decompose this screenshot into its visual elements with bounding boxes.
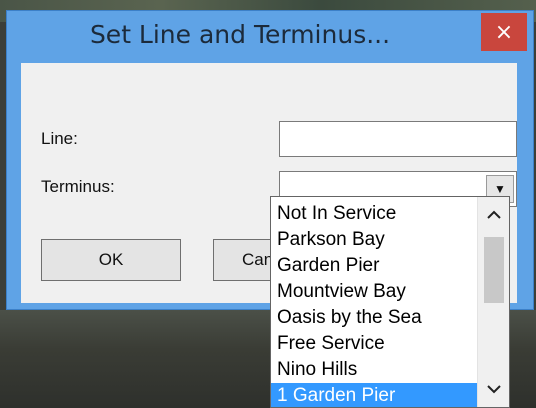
title-bar[interactable]: Set Line and Terminus... × xyxy=(7,11,533,63)
line-label: Line: xyxy=(41,129,78,148)
list-item[interactable]: Parkson Bay xyxy=(271,227,477,253)
terminus-dropdown-list[interactable]: Not In Service Parkson Bay Garden Pier M… xyxy=(270,196,510,408)
list-item[interactable]: Garden Pier xyxy=(271,253,477,279)
terminus-label: Terminus: xyxy=(41,177,115,196)
chevron-down-icon[interactable] xyxy=(478,375,509,403)
list-item[interactable]: Oasis by the Sea xyxy=(271,305,477,331)
close-icon: × xyxy=(494,19,514,45)
scroll-thumb[interactable] xyxy=(484,237,504,303)
list-item[interactable]: Mountview Bay xyxy=(271,279,477,305)
close-button[interactable]: × xyxy=(481,13,527,51)
list-item[interactable]: Nino Hills xyxy=(271,357,477,383)
line-input[interactable] xyxy=(279,121,517,157)
list-item[interactable]: Not In Service xyxy=(271,201,477,227)
dialog-title: Set Line and Terminus... xyxy=(89,20,391,49)
dropdown-scrollbar[interactable] xyxy=(477,197,509,407)
ok-button[interactable]: OK xyxy=(41,239,181,281)
list-item-selected[interactable]: 1 Garden Pier xyxy=(271,383,477,407)
chevron-up-icon[interactable] xyxy=(478,201,509,229)
list-item[interactable]: Free Service xyxy=(271,331,477,357)
